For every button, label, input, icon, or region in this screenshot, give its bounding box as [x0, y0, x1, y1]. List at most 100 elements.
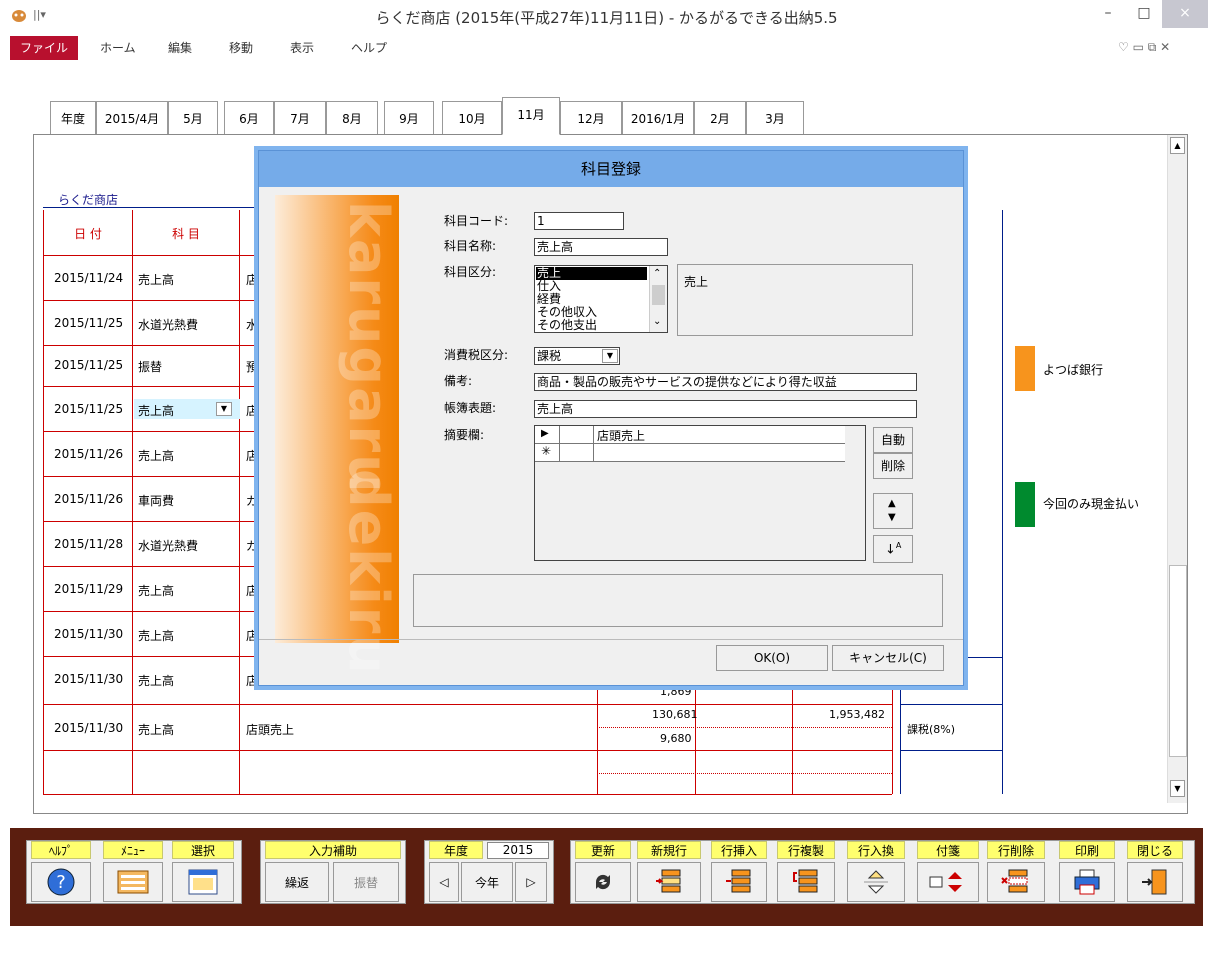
table-row[interactable]: 2015/11/26 売上高 店: [43, 432, 263, 477]
menu-edit[interactable]: 編集: [168, 36, 192, 60]
update-label: 更新: [575, 841, 631, 859]
tab-year[interactable]: 年度: [50, 101, 96, 135]
category-label: 科目区分:: [444, 265, 497, 279]
scroll-down-icon[interactable]: ▼: [1170, 780, 1185, 797]
tab-october[interactable]: 10月: [442, 101, 502, 135]
scroll-thumb[interactable]: [1169, 565, 1187, 757]
close-app-button[interactable]: [1127, 862, 1183, 902]
scroll-up-icon[interactable]: ⌃: [653, 268, 661, 279]
table-row[interactable]: 2015/11/25 水道光熱費 水: [43, 301, 263, 346]
new-row-button[interactable]: [637, 862, 701, 902]
minimize-button[interactable]: –: [1090, 0, 1126, 28]
category-display: 売上: [677, 264, 913, 336]
select-label: 選択: [172, 841, 234, 859]
row-line-blue: [900, 704, 1002, 705]
chevron-down-icon[interactable]: ▼: [602, 349, 618, 363]
print-button[interactable]: [1059, 862, 1115, 902]
tab-may[interactable]: 5月: [168, 101, 218, 135]
table-row[interactable]: 2015/11/26 車両費 ガ: [43, 477, 263, 522]
update-button[interactable]: [575, 862, 631, 902]
row-date: 2015/11/30: [54, 721, 124, 735]
next-year-button[interactable]: ▷: [515, 862, 547, 902]
code-field[interactable]: 1: [534, 212, 624, 230]
sticky-button[interactable]: [917, 862, 979, 902]
dialog-title: 科目登録: [259, 151, 963, 187]
summary-label: 摘要欄:: [444, 428, 485, 442]
row-subject: 売上高: [138, 629, 175, 643]
maximize-button[interactable]: □: [1126, 0, 1162, 28]
col-header-subject: 科 目: [172, 227, 200, 241]
vertical-scrollbar[interactable]: ▲ ▼: [1167, 135, 1187, 803]
insert-row-button[interactable]: [711, 862, 767, 902]
swap-row-button[interactable]: [847, 862, 905, 902]
menu-button[interactable]: [103, 862, 163, 902]
tab-march[interactable]: 3月: [746, 101, 804, 135]
tab-september[interactable]: 9月: [384, 101, 434, 135]
grid-divider: [559, 426, 560, 444]
table-row[interactable]: 2015/11/24 売上高 店: [43, 256, 263, 301]
year-value[interactable]: 2015: [487, 842, 549, 859]
summary-grid[interactable]: ▶ 店頭売上 ✳: [534, 425, 866, 561]
summary-row[interactable]: ▶ 店頭売上: [535, 426, 845, 444]
row-date: 2015/11/25: [54, 358, 124, 372]
table-row[interactable]: 2015/11/25 振替 預: [43, 346, 263, 387]
table-row[interactable]: 2015/11/25 売上高 ▼ 店: [43, 387, 263, 432]
name-field[interactable]: 売上高: [534, 238, 668, 256]
cancel-button[interactable]: キャンセル(C): [832, 645, 944, 671]
tab-august[interactable]: 8月: [326, 101, 378, 135]
scroll-up-icon[interactable]: ▲: [1170, 137, 1185, 154]
toolbar-group-input-assist: 入力補助 繰返 振替: [260, 840, 406, 904]
auto-button[interactable]: 自動: [873, 427, 913, 453]
select-icon: [188, 869, 218, 895]
dotted-separator: [597, 727, 892, 728]
menu-home[interactable]: ホーム: [100, 36, 136, 60]
delete-row-button[interactable]: [987, 862, 1045, 902]
listbox-scrollbar[interactable]: ⌃ ⌄: [649, 266, 667, 332]
transfer-button[interactable]: 振替: [333, 862, 399, 902]
tab-2015-04[interactable]: 2015/4月: [96, 101, 168, 135]
row-subject: 売上高: [138, 273, 175, 287]
close-button[interactable]: ×: [1162, 0, 1208, 28]
copy-row-button[interactable]: [777, 862, 835, 902]
this-year-button[interactable]: 今年: [461, 862, 513, 902]
select-button[interactable]: [172, 862, 234, 902]
scroll-thumb[interactable]: [652, 285, 665, 305]
toolbar-group-year: 年度 2015 ◁ 今年 ▷: [424, 840, 554, 904]
delete-button[interactable]: 削除: [873, 453, 913, 479]
tab-july[interactable]: 7月: [274, 101, 326, 135]
table-row[interactable]: 2015/11/28 水道光熱費 ガ: [43, 522, 263, 567]
table-row[interactable]: 2015/11/29 売上高 店: [43, 567, 263, 612]
row-subject-selected[interactable]: 売上高 ▼: [134, 399, 240, 419]
ok-button[interactable]: OK(O): [716, 645, 828, 671]
menu-help[interactable]: ヘルプ: [351, 36, 387, 60]
menu-view[interactable]: 表示: [290, 36, 314, 60]
tab-june[interactable]: 6月: [224, 101, 274, 135]
row-date: 2015/11/30: [54, 627, 124, 641]
ledger-field[interactable]: 売上高: [534, 400, 917, 418]
sort-button[interactable]: ↓A: [873, 535, 913, 563]
tab-november[interactable]: 11月: [502, 97, 560, 135]
category-listbox[interactable]: 売上 仕入 経費 その他収入 その他支出 ⌃ ⌄: [534, 265, 668, 333]
tax-select[interactable]: 課税 ▼: [534, 347, 620, 365]
prev-year-button[interactable]: ◁: [429, 862, 459, 902]
menu-file[interactable]: ファイル: [10, 36, 78, 60]
category-option[interactable]: その他支出: [537, 319, 597, 332]
dropdown-chevron-icon[interactable]: ▼: [216, 402, 232, 416]
menu-move[interactable]: 移動: [229, 36, 253, 60]
row-date: 2015/11/26: [54, 492, 124, 506]
row-amount-in: 130,681: [652, 708, 698, 721]
row-balance: 1,953,482: [829, 708, 885, 721]
summary-new-row[interactable]: ✳: [535, 444, 845, 462]
row-date: 2015/11/25: [54, 402, 124, 416]
tab-2016-01[interactable]: 2016/1月: [622, 101, 694, 135]
scroll-down-icon[interactable]: ⌄: [653, 316, 661, 327]
ribbon-controls-icon[interactable]: ♡ ▭ ⧉ ✕: [1118, 40, 1170, 55]
repeat-button[interactable]: 繰返: [265, 862, 329, 902]
move-up-down-button[interactable]: ▲ ▼: [873, 493, 913, 529]
menu-label: ﾒﾆｭｰ: [103, 841, 163, 859]
help-button[interactable]: ?: [31, 862, 91, 902]
tab-december[interactable]: 12月: [560, 101, 622, 135]
note-field[interactable]: 商品・製品の販売やサービスの提供などにより得た収益: [534, 373, 917, 391]
tab-february[interactable]: 2月: [694, 101, 746, 135]
table-row[interactable]: 2015/11/30 売上高 店: [43, 612, 263, 657]
